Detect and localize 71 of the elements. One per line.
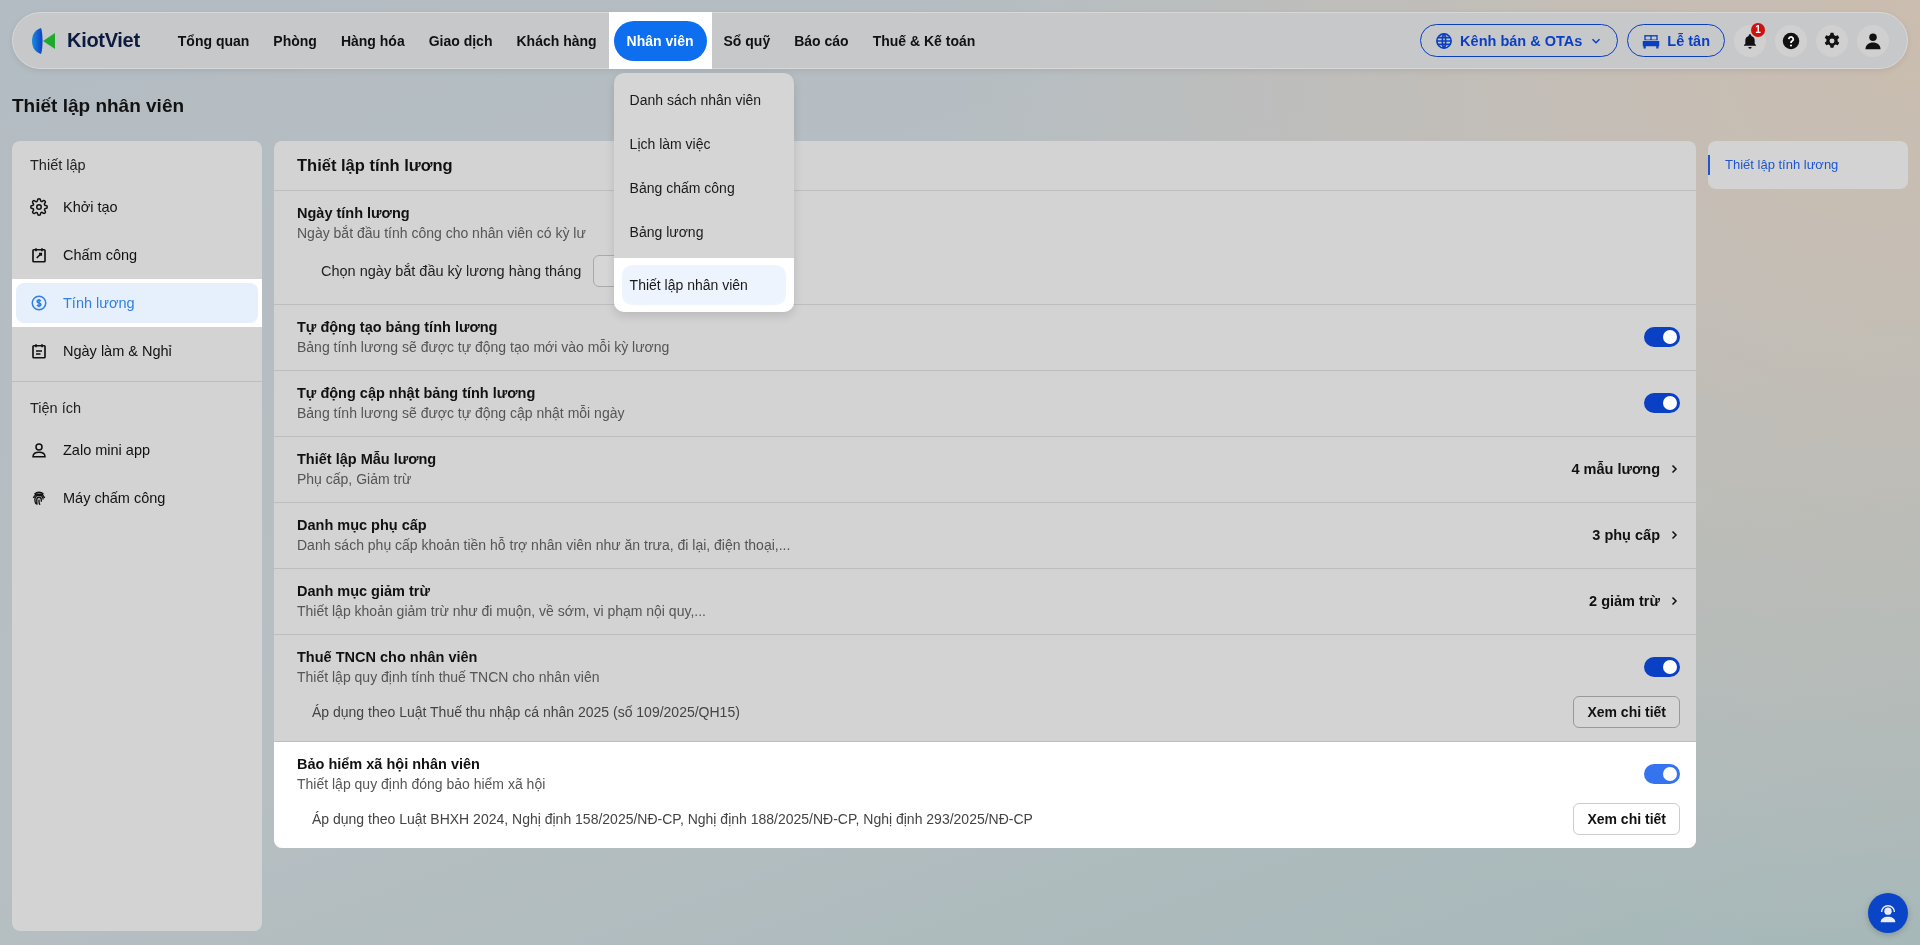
nav-tab[interactable]: Sổ quỹ [716,20,778,61]
menu-item[interactable]: Danh sách nhân viên [621,80,786,120]
globe-icon [1435,31,1454,50]
count-link[interactable]: 4 mẫu lương [1571,461,1680,477]
person-icon [30,441,48,459]
logo-text: KiotViet [67,29,140,52]
setting-description: Ngày bắt đầu tính công cho nhân viên có kỳ lư [297,224,586,243]
setting-title: Danh mục giảm trừ [297,582,430,601]
account-button[interactable] [1857,24,1889,57]
sidebar-item[interactable]: Tính lương [16,283,258,323]
setting-description: Thiết lập quy định tính thuế TNCN cho nhân viên [297,668,600,687]
setting-title: Bảo hiểm xã hội nhân viên [297,755,480,774]
nav-tab[interactable]: Phòng [266,20,324,61]
calendar-icon [30,246,48,264]
fingerprint-icon [30,489,48,507]
notification-badge: 1 [1751,22,1765,37]
help-icon [1782,31,1800,50]
sidebar-item[interactable]: Chấm công [16,235,258,275]
notification-button[interactable]: 1 [1734,24,1766,57]
count-link[interactable]: 2 giảm trừ [1589,593,1680,609]
bell-icon [1742,31,1758,50]
calendar-icon [30,342,48,360]
help-button[interactable] [1775,24,1807,57]
toggle-switch[interactable] [1644,327,1680,347]
setting-title: Thuế TNCN cho nhân viên [297,648,478,667]
sidebar-item[interactable]: Máy chấm công [16,478,258,518]
details-button[interactable]: Xem chi tiết [1573,803,1680,835]
menu-item[interactable]: Lịch làm việc [621,124,786,164]
dollar-icon [30,294,48,312]
nav-tab[interactable]: Hàng hóa [333,20,412,61]
nav-tab[interactable]: Thuế & Kế toán [865,20,983,61]
nav-tab[interactable]: Báo cáo [787,20,856,61]
nav-tab[interactable]: Giao dịch [421,20,500,61]
toggle-switch[interactable] [1644,764,1680,784]
setting-description: Phụ cấp, Giảm trừ [297,470,412,489]
setting-description: Danh sách phụ cấp khoản tiền hỗ trợ nhân viên như ăn trưa, đi lại, điện thoại,... [297,536,791,555]
gear-icon [30,198,48,216]
sidebar-item[interactable]: Zalo mini app [16,430,258,470]
sidebar-item[interactable]: Khởi tạo [16,187,258,227]
setting-description: Bảng tính lương sẽ được tự động cập nhật mỗi ngày [297,404,625,423]
field-label: Chọn ngày bắt đầu kỳ lương hàng tháng [321,263,582,279]
count-link[interactable]: 3 phụ cấp [1592,527,1680,543]
law-note: Áp dụng theo Luật BHXH 2024, Nghị định 158/2025/NĐ-CP, Nghị định 188/2025/NĐ-CP, Nghị định 293/2025/NĐ-CP [312,811,1033,827]
menu-item[interactable]: Bảng chấm công [621,168,786,208]
section-heading: Tiện ích [29,399,83,418]
setting-title: Tự động cập nhật bảng tính lương [297,384,536,403]
card-title: Thiết lập tính lương [297,156,453,175]
support-button[interactable] [1868,893,1908,933]
nav-tab[interactable]: Nhân viên [613,20,707,61]
page-title: Thiết lập nhân viên [12,94,185,118]
setting-title: Thiết lập Mẫu lương [297,450,437,469]
setting-description: Bảng tính lương sẽ được tự động tạo mới vào mỗi kỳ lương [297,338,670,357]
toggle-switch[interactable] [1644,657,1680,677]
menu-item[interactable]: Bảng lương [621,212,786,252]
menu-item[interactable]: Thiết lập nhân viên [621,265,786,305]
nav-tab[interactable]: Tổng quan [170,20,257,61]
details-button[interactable]: Xem chi tiết [1573,696,1680,728]
section-heading: Thiết lập [29,156,87,175]
setting-title: Tự động tạo bảng tính lương [297,318,498,337]
settings-icon [1823,31,1841,50]
user-icon [1864,31,1882,50]
setting-title: Ngày tính lương [297,204,410,223]
sidebar-item[interactable]: Ngày làm & Nghỉ [16,331,258,371]
settings-button[interactable] [1816,24,1848,57]
nav-tab[interactable]: Khách hàng [509,20,604,61]
setting-title: Danh mục phụ cấp [297,516,427,535]
law-note: Áp dụng theo Luật Thuế thu nhập cá nhân 2025 (số 109/2025/QH15) [312,704,740,720]
toggle-switch[interactable] [1644,393,1680,413]
bed-icon [1642,32,1661,49]
setting-description: Thiết lập khoản giảm trừ như đi muộn, về sớm, vi phạm nội quy,... [297,602,706,621]
setting-description: Thiết lập quy định đóng bảo hiểm xã hội [297,775,546,794]
